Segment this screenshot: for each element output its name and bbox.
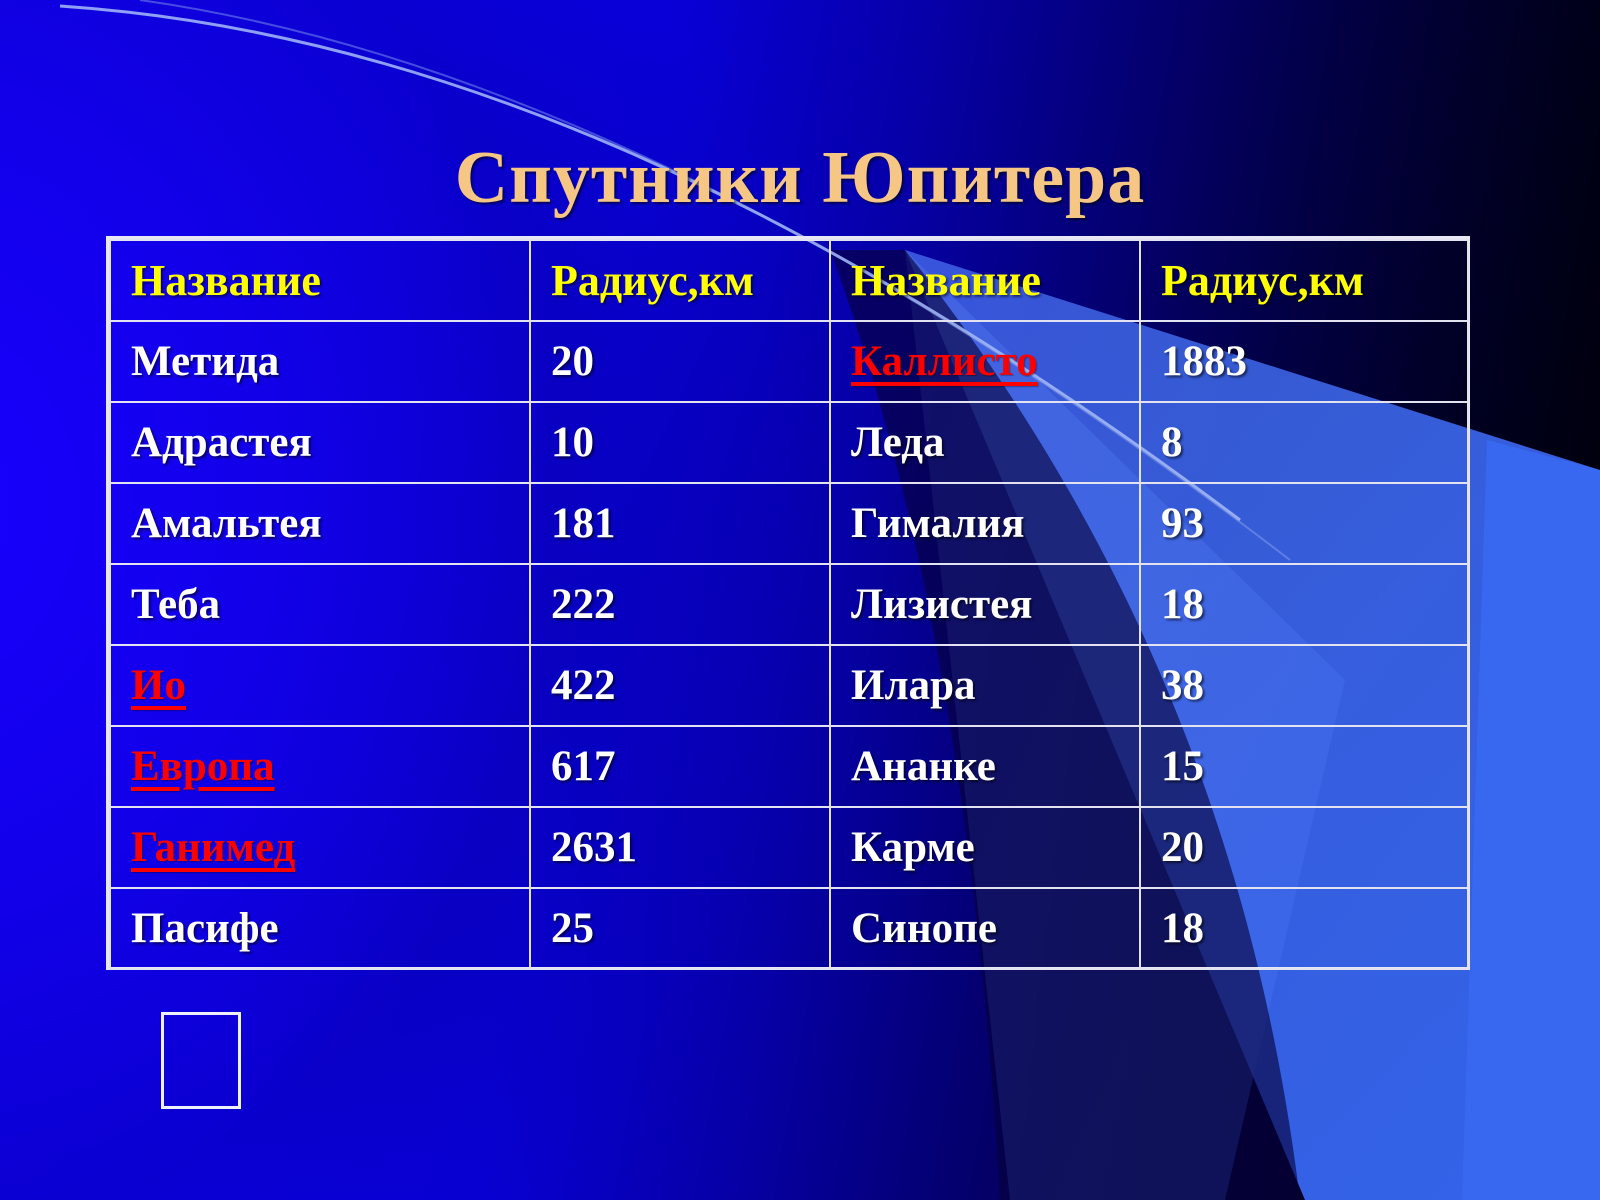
column-header-radius-left: Радиус,км (529, 239, 831, 322)
cell-radius-left: 20 (529, 320, 831, 403)
table-row: Теба 222 Лизистея 18 (109, 563, 1469, 646)
table-row: Пасифе 25 Синопе 18 (109, 887, 1469, 970)
cell-name-left[interactable]: Европа (109, 725, 531, 808)
cell-name-right: Леда (829, 401, 1141, 484)
cell-name-left: Пасифе (109, 887, 531, 970)
moons-table-container: Название Радиус,км Название Радиус,км Ме… (106, 236, 1470, 970)
moon-link[interactable]: Каллисто (851, 338, 1038, 385)
moon-link[interactable]: Ганимед (131, 824, 295, 871)
cell-name-right: Ананке (829, 725, 1141, 808)
cell-radius-right: 18 (1139, 563, 1469, 646)
cell-radius-right: 38 (1139, 644, 1469, 727)
cell-radius-left: 2631 (529, 806, 831, 889)
cell-radius-right: 20 (1139, 806, 1469, 889)
column-header-radius-right: Радиус,км (1139, 239, 1469, 322)
cell-radius-right: 93 (1139, 482, 1469, 565)
table-row: Европа 617 Ананке 15 (109, 725, 1469, 808)
cell-radius-left: 222 (529, 563, 831, 646)
moon-link[interactable]: Европа (131, 743, 275, 790)
cell-name-right: Карме (829, 806, 1141, 889)
cell-radius-right: 1883 (1139, 320, 1469, 403)
slide-canvas: Спутники Юпитера Название Радиус,км Назв… (0, 0, 1600, 1200)
cell-radius-right: 15 (1139, 725, 1469, 808)
moon-link[interactable]: Ио (131, 662, 186, 709)
page-title: Спутники Юпитера (454, 137, 1146, 219)
table-row: Амальтея 181 Гималия 93 (109, 482, 1469, 565)
column-header-name-right: Название (829, 239, 1141, 322)
moons-table-body: Метида 20 Каллисто 1883 Адрастея 10 Леда 8 Амаль… (109, 320, 1469, 970)
cell-name-left: Адрастея (109, 401, 531, 484)
moons-table: Название Радиус,км Название Радиус,км Ме… (109, 239, 1469, 970)
table-row: Ганимед 2631 Карме 20 (109, 806, 1469, 889)
cell-name-right: Лизистея (829, 563, 1141, 646)
table-row: Метида 20 Каллисто 1883 (109, 320, 1469, 403)
cell-radius-left: 25 (529, 887, 831, 970)
cell-radius-left: 181 (529, 482, 831, 565)
column-header-name-left: Название (109, 239, 531, 322)
cell-radius-right: 18 (1139, 887, 1469, 970)
cell-name-left[interactable]: Ганимед (109, 806, 531, 889)
table-row: Ио 422 Илара 38 (109, 644, 1469, 727)
cell-radius-left: 617 (529, 725, 831, 808)
cell-name-right[interactable]: Каллисто (829, 320, 1141, 403)
cell-radius-right: 8 (1139, 401, 1469, 484)
cell-name-right: Гималия (829, 482, 1141, 565)
cell-name-left: Амальтея (109, 482, 531, 565)
empty-placeholder-box[interactable] (161, 1012, 241, 1109)
table-header-row: Название Радиус,км Название Радиус,км (109, 239, 1469, 322)
cell-radius-left: 422 (529, 644, 831, 727)
cell-name-right: Илара (829, 644, 1141, 727)
cell-radius-left: 10 (529, 401, 831, 484)
cell-name-left: Метида (109, 320, 531, 403)
cell-name-left[interactable]: Ио (109, 644, 531, 727)
cell-name-left: Теба (109, 563, 531, 646)
cell-name-right: Синопе (829, 887, 1141, 970)
table-row: Адрастея 10 Леда 8 (109, 401, 1469, 484)
